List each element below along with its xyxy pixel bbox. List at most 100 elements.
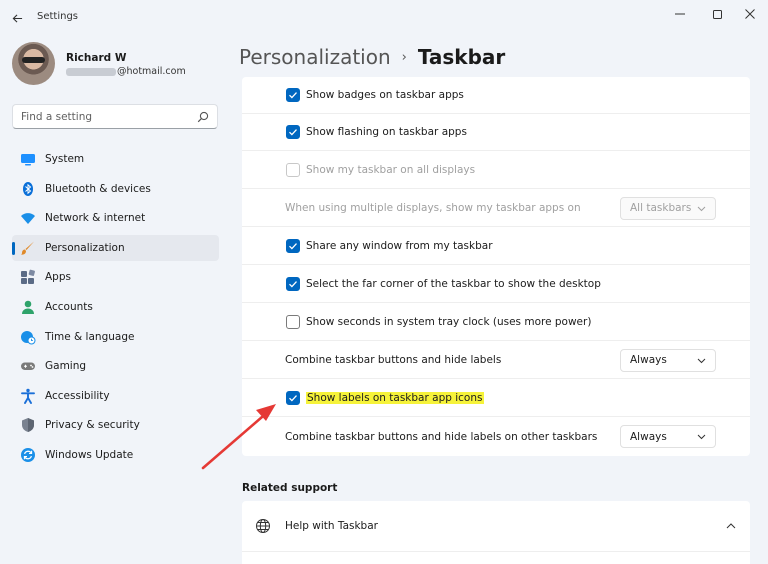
globe-clock-icon [21, 330, 36, 345]
sidebar-item-bluetooth[interactable]: Bluetooth & devices [12, 176, 219, 202]
sidebar-item-label: Personalization [45, 241, 125, 254]
sidebar-nav: System Bluetooth & devices Network & int… [12, 146, 219, 472]
sidebar-item-label: System [45, 153, 85, 165]
related-support-heading: Related support [242, 482, 338, 494]
dropdown-value: Always [630, 354, 667, 366]
accounts-icon [22, 300, 34, 314]
combine-other-taskbars-dropdown[interactable]: Always [620, 425, 716, 448]
profile-email: @hotmail.com [66, 66, 186, 77]
setting-row-show-labels[interactable]: Show labels on taskbar app icons [242, 380, 750, 417]
search-input[interactable] [21, 110, 197, 123]
setting-label: Show my taskbar on all displays [306, 164, 476, 176]
setting-label: Show seconds in system tray clock (uses … [306, 316, 592, 328]
maximize-icon [712, 9, 722, 19]
profile-email-domain: @hotmail.com [117, 66, 186, 77]
show-flashing-checkbox[interactable] [286, 125, 300, 139]
sidebar-item-label: Accessibility [45, 389, 110, 402]
sidebar-item-label: Gaming [45, 360, 87, 373]
setting-label: Show badges on taskbar apps [306, 89, 464, 101]
app-title: Settings [37, 11, 79, 22]
breadcrumb-parent-link[interactable]: Personalization [239, 45, 391, 69]
far-corner-checkbox[interactable] [286, 277, 300, 291]
checkmark-icon [289, 243, 297, 250]
help-label: Help with Taskbar [285, 520, 378, 532]
apps-icon [21, 270, 35, 285]
show-badges-checkbox[interactable] [286, 88, 300, 102]
minimize-button[interactable] [662, 3, 698, 25]
setting-label: Select the far corner of the taskbar to … [306, 278, 601, 290]
setting-row-show-flashing[interactable]: Show flashing on taskbar apps [242, 114, 750, 151]
sidebar-item-network[interactable]: Network & internet [12, 205, 219, 231]
sidebar-item-windows-update[interactable]: Windows Update [12, 442, 219, 468]
setting-label: When using multiple displays, show my ta… [285, 202, 581, 214]
setting-row-all-displays: Show my taskbar on all displays [242, 152, 750, 189]
search-icon[interactable] [197, 111, 209, 123]
sidebar-item-label: Time & language [45, 330, 135, 343]
breadcrumb: Personalization › Taskbar [239, 42, 505, 72]
sidebar-item-system[interactable]: System [12, 146, 219, 172]
dropdown-value: Always [630, 430, 667, 443]
multiple-displays-dropdown: All taskbars [620, 196, 716, 220]
maximize-button[interactable] [699, 3, 735, 25]
checkmark-icon [289, 281, 297, 288]
sidebar-item-privacy-security[interactable]: Privacy & security [12, 412, 219, 438]
help-card-lower [242, 551, 750, 564]
chevron-down-icon [697, 434, 706, 440]
sidebar-item-accounts[interactable]: Accounts [12, 294, 219, 320]
sidebar-item-label: Accounts [45, 300, 93, 313]
setting-row-show-seconds[interactable]: Show seconds in system tray clock (uses … [242, 304, 750, 341]
email-redaction [66, 67, 116, 76]
setting-label: Share any window from my taskbar [306, 240, 493, 252]
sidebar-item-label: Apps [45, 271, 71, 284]
sidebar-item-personalization[interactable]: Personalization [12, 234, 219, 261]
bluetooth-icon [23, 181, 33, 196]
setting-row-multiple-displays: When using multiple displays, show my ta… [242, 190, 750, 227]
all-displays-checkbox [286, 163, 300, 177]
sidebar-item-time-language[interactable]: Time & language [12, 324, 219, 350]
minimize-icon [675, 13, 685, 15]
sidebar-item-label: Privacy & security [45, 419, 140, 432]
back-button[interactable] [6, 8, 28, 28]
search-box [12, 104, 218, 129]
sidebar-item-label: Windows Update [45, 448, 134, 461]
wifi-icon [21, 213, 35, 225]
globe-icon [256, 519, 270, 533]
checkmark-icon [289, 92, 297, 99]
checkmark-icon [289, 395, 297, 402]
help-with-taskbar-card[interactable]: Help with Taskbar [242, 501, 750, 551]
back-arrow-icon [12, 13, 22, 23]
title-bar: Settings [0, 0, 768, 34]
setting-row-far-corner[interactable]: Select the far corner of the taskbar to … [242, 266, 750, 303]
chevron-down-icon [697, 358, 706, 363]
breadcrumb-separator: › [401, 49, 407, 65]
share-window-checkbox[interactable] [286, 239, 300, 253]
sidebar-item-label: Network & internet [45, 212, 146, 225]
setting-label: Combine taskbar buttons and hide labels [285, 354, 502, 366]
setting-label: Show flashing on taskbar apps [306, 126, 467, 138]
taskbar-behaviors-card: Show badges on taskbar apps Show flashin… [242, 77, 750, 456]
setting-row-show-badges[interactable]: Show badges on taskbar apps [242, 77, 750, 114]
setting-row-share-window[interactable]: Share any window from my taskbar [242, 228, 750, 265]
show-labels-checkbox[interactable] [286, 391, 300, 405]
sidebar-item-label: Bluetooth & devices [45, 182, 151, 195]
show-seconds-checkbox[interactable] [286, 315, 300, 329]
avatar[interactable] [12, 42, 55, 85]
gamepad-icon [21, 362, 35, 371]
dropdown-value: All taskbars [630, 202, 692, 214]
update-icon [21, 447, 35, 462]
close-button[interactable] [732, 3, 768, 25]
user-profile: Richard W @hotmail.com [12, 42, 222, 86]
setting-label: Show labels on taskbar app icons [306, 392, 484, 404]
setting-row-combine-buttons: Combine taskbar buttons and hide labels … [242, 342, 750, 379]
profile-name: Richard W [66, 52, 127, 64]
combine-buttons-dropdown[interactable]: Always [620, 348, 716, 372]
sidebar-item-gaming[interactable]: Gaming [12, 353, 219, 379]
sidebar-item-accessibility[interactable]: Accessibility [12, 383, 219, 409]
page-title: Taskbar [417, 45, 506, 69]
close-icon [745, 9, 755, 19]
setting-label: Combine taskbar buttons and hide labels … [285, 430, 598, 443]
chevron-up-icon[interactable] [726, 521, 736, 531]
sidebar-item-apps[interactable]: Apps [12, 264, 219, 290]
accessibility-icon [21, 388, 35, 404]
chevron-down-icon [697, 206, 706, 211]
